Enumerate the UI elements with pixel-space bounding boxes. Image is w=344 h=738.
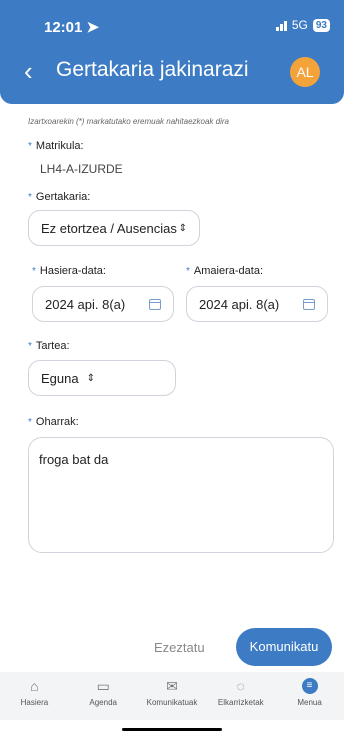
cancel-button[interactable]: Ezeztatu xyxy=(154,640,205,655)
plate-value: LH4-A-IZURDE xyxy=(40,162,123,176)
calendar-icon: ▭ xyxy=(96,678,110,694)
tab-elkarrizketak[interactable]: ◌ Elkarrizketak xyxy=(206,672,275,720)
back-chevron-icon[interactable]: ‹ xyxy=(24,58,33,84)
range-label: * Tartea: xyxy=(28,340,70,352)
incident-select[interactable]: Ez etortzea / Ausencias ⇕ xyxy=(28,210,200,246)
signal-icon xyxy=(275,20,287,31)
end-date-field[interactable]: 2024 api. 8(a) xyxy=(186,286,328,322)
battery-badge: 93 xyxy=(312,18,330,32)
status-indicators: 5G 93 xyxy=(275,18,330,32)
page-title: Gertakaria jakinarazi xyxy=(56,58,249,81)
start-date-field[interactable]: 2024 api. 8(a) xyxy=(32,286,174,322)
tab-bar: ⌂ Hasiera ▭ Agenda ✉ Komunikatuak ◌ Elkarriz… xyxy=(0,672,344,720)
submit-button[interactable]: Komunikatu xyxy=(236,628,332,666)
avatar[interactable]: AL xyxy=(290,57,320,87)
notes-textarea[interactable]: froga bat da xyxy=(28,437,334,553)
menu-icon: ≡ xyxy=(301,678,318,694)
updown-chevron-icon: ⇕ xyxy=(178,222,187,234)
envelope-icon: ✉ xyxy=(166,678,178,694)
plate-label: * Matrikula: xyxy=(28,140,84,152)
network-type: 5G xyxy=(291,18,308,32)
calendar-icon xyxy=(149,298,161,310)
incident-label: * Gertakaria: xyxy=(28,191,91,203)
range-select[interactable]: Eguna ⇕ xyxy=(28,360,176,396)
required-note: Izartxoarekin (*) markatutako eremuak na… xyxy=(28,117,229,126)
notes-text: froga bat da xyxy=(39,452,109,467)
required-asterisk: * xyxy=(28,192,32,203)
tab-agenda[interactable]: ▭ Agenda xyxy=(69,672,138,720)
tab-hasiera[interactable]: ⌂ Hasiera xyxy=(0,672,69,720)
chat-icon: ◌ xyxy=(236,678,245,694)
incident-select-value: Ez etortzea / Ausencias xyxy=(41,220,177,236)
home-indicator xyxy=(122,728,222,731)
required-asterisk: * xyxy=(28,417,32,428)
tab-komunikatuak[interactable]: ✉ Komunikatuak xyxy=(138,672,207,720)
required-asterisk: * xyxy=(28,141,32,152)
tab-menua[interactable]: ≡ Menua xyxy=(275,672,344,720)
status-time: 12:01 ➤ xyxy=(44,19,100,36)
app-header: 12:01 ➤ 5G 93 ‹ Gertakaria jakinarazi AL xyxy=(0,0,344,104)
start-date-label: * Hasiera-data: xyxy=(32,265,106,277)
calendar-icon xyxy=(303,298,315,310)
required-asterisk: * xyxy=(32,266,36,277)
home-icon: ⌂ xyxy=(30,678,39,694)
notes-label: * Oharrak: xyxy=(28,416,79,428)
end-date-value: 2024 api. 8(a) xyxy=(199,296,280,312)
location-arrow-icon: ➤ xyxy=(86,19,100,36)
required-asterisk: * xyxy=(28,341,32,352)
required-asterisk: * xyxy=(186,266,190,277)
updown-chevron-icon: ⇕ xyxy=(86,372,95,384)
start-date-value: 2024 api. 8(a) xyxy=(45,296,126,312)
range-select-value: Eguna xyxy=(41,370,79,386)
end-date-label: * Amaiera-data: xyxy=(186,265,263,277)
